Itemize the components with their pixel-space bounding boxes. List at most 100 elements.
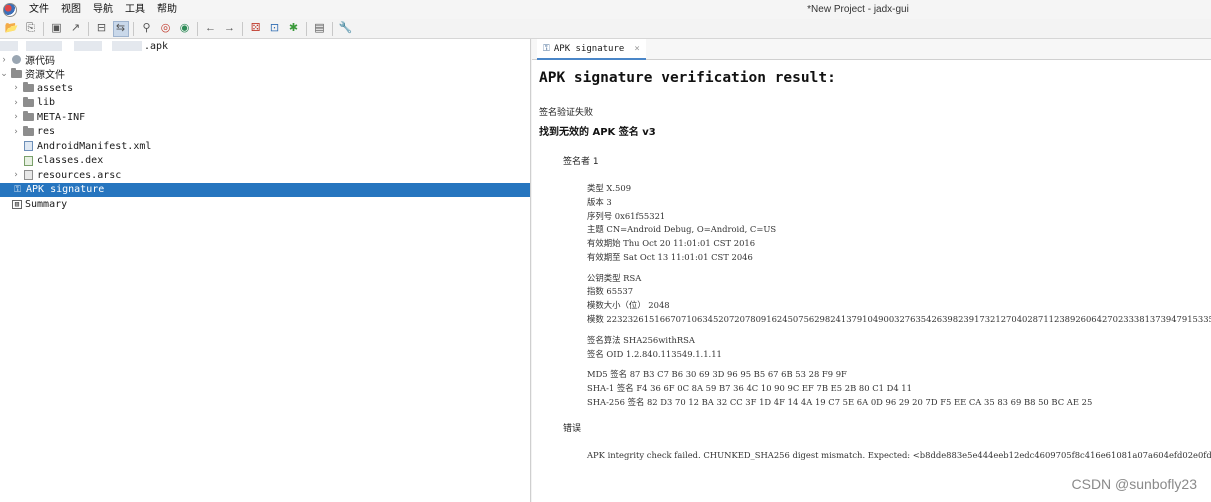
tab-label: APK signature xyxy=(553,43,625,54)
tree-item-resources-arsc[interactable]: › resources.arsc xyxy=(0,168,530,183)
tree-item-label: META-INF xyxy=(37,111,86,123)
signer-heading: 签名者 1 xyxy=(563,157,599,167)
menu-navigation[interactable]: 导航 xyxy=(87,0,119,19)
chevron-down-icon[interactable]: ⌄ xyxy=(0,68,8,79)
tree-item-source-code[interactable]: › 源代码 xyxy=(0,52,530,67)
log-viewer-icon[interactable]: ⊡ xyxy=(267,21,283,37)
find-class-icon[interactable]: ◎ xyxy=(158,21,174,37)
folder-icon xyxy=(23,96,34,108)
tree-item-apk-signature[interactable]: ⚿ APK signature xyxy=(0,182,530,198)
tree-item-android-manifest[interactable]: AndroidManifest.xml xyxy=(0,139,530,154)
toolbar-separator xyxy=(88,21,89,36)
redacted-name xyxy=(112,41,142,52)
title-bar: 文件 视图 导航 工具 帮助 *New Project - jadx-gui xyxy=(0,0,1211,19)
field-sig-algorithm: 签名算法 SHA256withRSA xyxy=(587,335,695,345)
tree-item-assets[interactable]: › assets xyxy=(0,81,530,96)
tree-item-label: res xyxy=(37,126,56,138)
xml-file-icon xyxy=(23,141,34,152)
folder-icon xyxy=(23,82,34,93)
redacted-name xyxy=(0,41,18,52)
toolbar-separator xyxy=(133,21,134,36)
field-type: 类型 X.509 xyxy=(587,183,632,193)
summary-icon: ▥ xyxy=(12,199,22,209)
dex-file-icon xyxy=(23,155,34,166)
redacted-name xyxy=(74,41,102,52)
back-icon[interactable]: ← xyxy=(203,21,219,37)
chevron-right-icon[interactable]: › xyxy=(0,54,8,64)
field-modulus: 模数 2232326151667071063452072078091624507… xyxy=(587,314,1211,324)
tree-item-label: Summary xyxy=(25,198,68,210)
show-log-icon[interactable]: ▤ xyxy=(312,21,328,37)
tree-item-label: 源代码 xyxy=(25,55,55,67)
chevron-right-icon[interactable]: › xyxy=(12,112,20,122)
debug-bug-icon[interactable]: ✱ xyxy=(286,21,302,37)
resources-folder-icon xyxy=(11,67,22,79)
tree-item-res[interactable]: › res xyxy=(0,125,530,140)
chevron-right-icon[interactable]: › xyxy=(12,83,20,93)
flatten-packages-icon[interactable]: ⊟ xyxy=(94,21,110,37)
find-usage-icon[interactable]: ◉ xyxy=(177,21,193,37)
tree-item-resources[interactable]: ⌄ 资源文件 xyxy=(0,67,530,82)
sync-tree-icon[interactable]: ⇆ xyxy=(112,20,129,37)
folder-icon xyxy=(23,111,34,122)
menu-bar: 文件 视图 导航 工具 帮助 xyxy=(23,0,183,19)
signature-content: APK signature verification result: 签名验证失… xyxy=(532,61,1211,502)
toolbar-separator xyxy=(43,21,44,36)
apk-signature-icon: ⚿ xyxy=(543,43,550,54)
tree-item-meta-inf[interactable]: › META-INF xyxy=(0,110,530,125)
menu-view[interactable]: 视图 xyxy=(55,0,87,19)
folder-icon xyxy=(23,125,34,137)
tree-item-label: 资源文件 xyxy=(25,70,65,82)
tab-bar: ⚿ APK signature × xyxy=(532,39,1211,60)
field-sha1: SHA-1 签名 F4 36 6F 0C 8A 59 B7 36 4C 10 9… xyxy=(587,383,912,393)
project-tree[interactable]: .apk › 源代码 ⌄ 资源文件 › assets › lib › META-… xyxy=(0,39,531,502)
apk-signature-icon: ⚿ xyxy=(14,184,21,195)
chevron-right-icon[interactable]: › xyxy=(12,127,20,137)
search-icon[interactable]: ⚲ xyxy=(139,21,155,37)
toolbar-separator xyxy=(197,21,198,36)
tree-item-label: classes.dex xyxy=(37,155,104,167)
source-code-icon xyxy=(11,54,22,64)
field-exponent: 指数 65537 xyxy=(587,286,634,296)
editor-panel: ⚿ APK signature × APK signature verifica… xyxy=(532,39,1211,502)
chevron-right-icon[interactable]: › xyxy=(12,170,20,180)
close-icon[interactable]: × xyxy=(634,44,639,54)
add-file-icon[interactable]: ⎘ xyxy=(23,21,39,37)
field-sig-oid: 签名 OID 1.2.840.113549.1.1.11 xyxy=(587,349,722,359)
menu-tools[interactable]: 工具 xyxy=(119,0,151,19)
arsc-file-icon xyxy=(23,170,34,181)
field-modulus-size: 模数大小（位） 2048 xyxy=(587,300,670,310)
menu-file[interactable]: 文件 xyxy=(23,0,55,19)
watermark-text: CSDN @sunbofly23 xyxy=(1071,476,1198,492)
tree-item-summary[interactable]: ▥ Summary xyxy=(0,197,530,212)
toolbar-separator xyxy=(306,21,307,36)
toolbar: 📂 ⎘ ▣ ↗ ⊟ ⇆ ⚲ ◎ ◉ ← → ⚄ ⊡ ✱ ▤ 🔧 xyxy=(0,19,1211,39)
tree-root-label: .apk xyxy=(144,40,169,52)
toolbar-separator xyxy=(242,21,243,36)
save-icon[interactable]: ▣ xyxy=(49,21,65,37)
field-key-type: 公钥类型 RSA xyxy=(587,273,642,283)
forward-icon[interactable]: → xyxy=(222,21,238,37)
error-message: APK integrity check failed. CHUNKED_SHA2… xyxy=(587,450,1211,460)
open-folder-icon[interactable]: 📂 xyxy=(4,21,20,37)
field-valid-to: 有效期至 Sat Oct 13 11:01:01 CST 2046 xyxy=(587,252,753,262)
tab-apk-signature[interactable]: ⚿ APK signature × xyxy=(537,39,646,60)
export-icon[interactable]: ↗ xyxy=(68,21,84,37)
field-sha256: SHA-256 签名 82 D3 70 12 BA 32 CC 3F 1D 4F… xyxy=(587,397,1093,407)
field-md5: MD5 签名 87 B3 C7 B6 30 69 3D 96 95 B5 67 … xyxy=(587,369,847,379)
menu-help[interactable]: 帮助 xyxy=(151,0,183,19)
chevron-right-icon[interactable]: › xyxy=(12,98,20,108)
preferences-wrench-icon[interactable]: 🔧 xyxy=(338,21,354,37)
field-version: 版本 3 xyxy=(587,197,612,207)
tree-item-classes-dex[interactable]: classes.dex xyxy=(0,154,530,169)
deobfuscation-icon[interactable]: ⚄ xyxy=(248,21,264,37)
signature-finding: 找到无效的 APK 签名 v3 xyxy=(539,127,656,138)
verification-status: 签名验证失败 xyxy=(539,108,594,118)
errors-heading: 错误 xyxy=(563,424,582,434)
tree-item-label: lib xyxy=(37,97,56,109)
page-title: APK signature verification result: xyxy=(539,70,836,86)
tree-item-lib[interactable]: › lib xyxy=(0,96,530,111)
field-valid-from: 有效期始 Thu Oct 20 11:01:01 CST 2016 xyxy=(587,238,756,248)
tree-item-label: resources.arsc xyxy=(37,169,122,181)
toolbar-separator xyxy=(332,21,333,36)
